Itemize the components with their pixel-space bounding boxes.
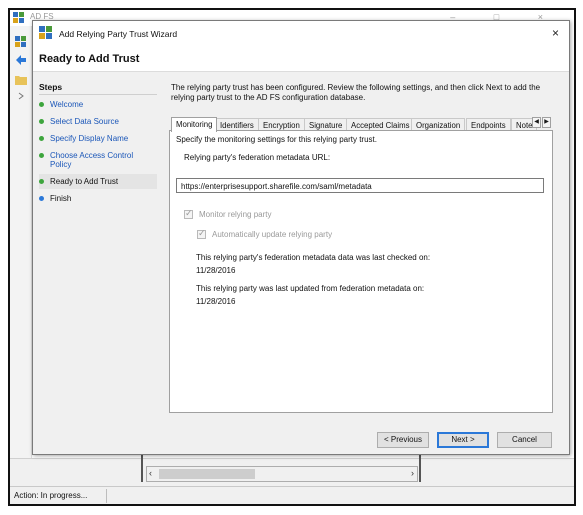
status-separator [106,489,107,503]
next-button[interactable]: Next > [437,432,489,448]
scroll-left-arrow-icon[interactable]: ‹ [149,468,152,478]
pane-divider [141,452,143,482]
last-checked-value: 11/28/2016 [196,266,236,275]
last-checked-label: This relying party's federation metadata… [196,253,431,262]
dialog-titlebar: Add Relying Party Trust Wizard × [33,21,569,45]
last-updated-label: This relying party was last updated from… [196,284,425,293]
steps-divider [39,94,157,95]
adfs-tree-icon[interactable] [15,36,27,48]
step-label: Finish [50,194,72,203]
status-text: Action: In progress... [14,491,88,500]
tab-scroll-left-icon[interactable]: ◀ [532,117,541,128]
auto-update-checkbox[interactable] [197,229,206,239]
adfs-app-icon [13,12,24,23]
monitor-relying-party-label: Monitor relying party [199,210,272,219]
wizard-app-icon [39,26,52,39]
step-complete-dot-icon [39,102,44,107]
step-label: Choose Access Control Policy [50,151,134,169]
close-icon[interactable]: × [552,26,559,40]
intro-text: The relying party trust has been configu… [171,83,541,102]
dialog-body: Steps Welcome Select Data Source Specify… [33,71,569,454]
step-complete-dot-icon [39,119,44,124]
step-label: Specify Display Name [50,134,129,143]
folder-icon[interactable] [15,74,27,86]
scroll-right-arrow-icon[interactable]: › [411,468,414,478]
auto-update-label: Automatically update relying party [212,230,333,239]
tab-scroll-right-icon[interactable]: ▶ [542,117,551,128]
scrollbar-thumb[interactable] [159,469,255,479]
back-arrow-icon[interactable] [15,54,27,66]
step-pending-dot-icon [39,196,44,201]
step-current-dot-icon [39,179,44,184]
horizontal-scrollbar[interactable]: ‹ › [146,466,418,482]
step-label: Ready to Add Trust [50,177,119,186]
last-updated-value: 11/28/2016 [196,297,236,306]
metadata-url-field[interactable]: https://enterprisesupport.sharefile.com/… [176,178,544,193]
monitoring-tab-panel: Specify the monitoring settings for this… [169,130,553,413]
monitor-relying-party-checkbox[interactable] [184,209,193,219]
dialog-title: Add Relying Party Trust Wizard [59,29,178,39]
status-bar: Action: In progress... [10,486,574,504]
step-ready-to-add-trust: Ready to Add Trust [39,174,157,189]
step-complete-dot-icon [39,136,44,141]
settings-tabs: Monitoring Identifiers Encryption Signat… [169,117,553,132]
previous-button[interactable]: < Previous [377,432,429,448]
pane-divider [419,452,421,482]
cancel-button[interactable]: Cancel [497,432,552,448]
tab-monitoring[interactable]: Monitoring [171,117,218,132]
steps-label: Steps [39,82,63,92]
step-label: Welcome [50,100,84,109]
metadata-url-label: Relying party's federation metadata URL: [184,153,331,162]
step-label: Select Data Source [50,117,119,126]
add-relying-party-trust-wizard: Add Relying Party Trust Wizard × Ready t… [32,20,570,455]
expand-chevron-icon[interactable] [17,90,25,102]
dialog-header: Ready to Add Trust [33,45,569,71]
step-complete-dot-icon [39,153,44,158]
monitoring-description: Specify the monitoring settings for this… [176,135,377,144]
page-title: Ready to Add Trust [39,53,140,65]
